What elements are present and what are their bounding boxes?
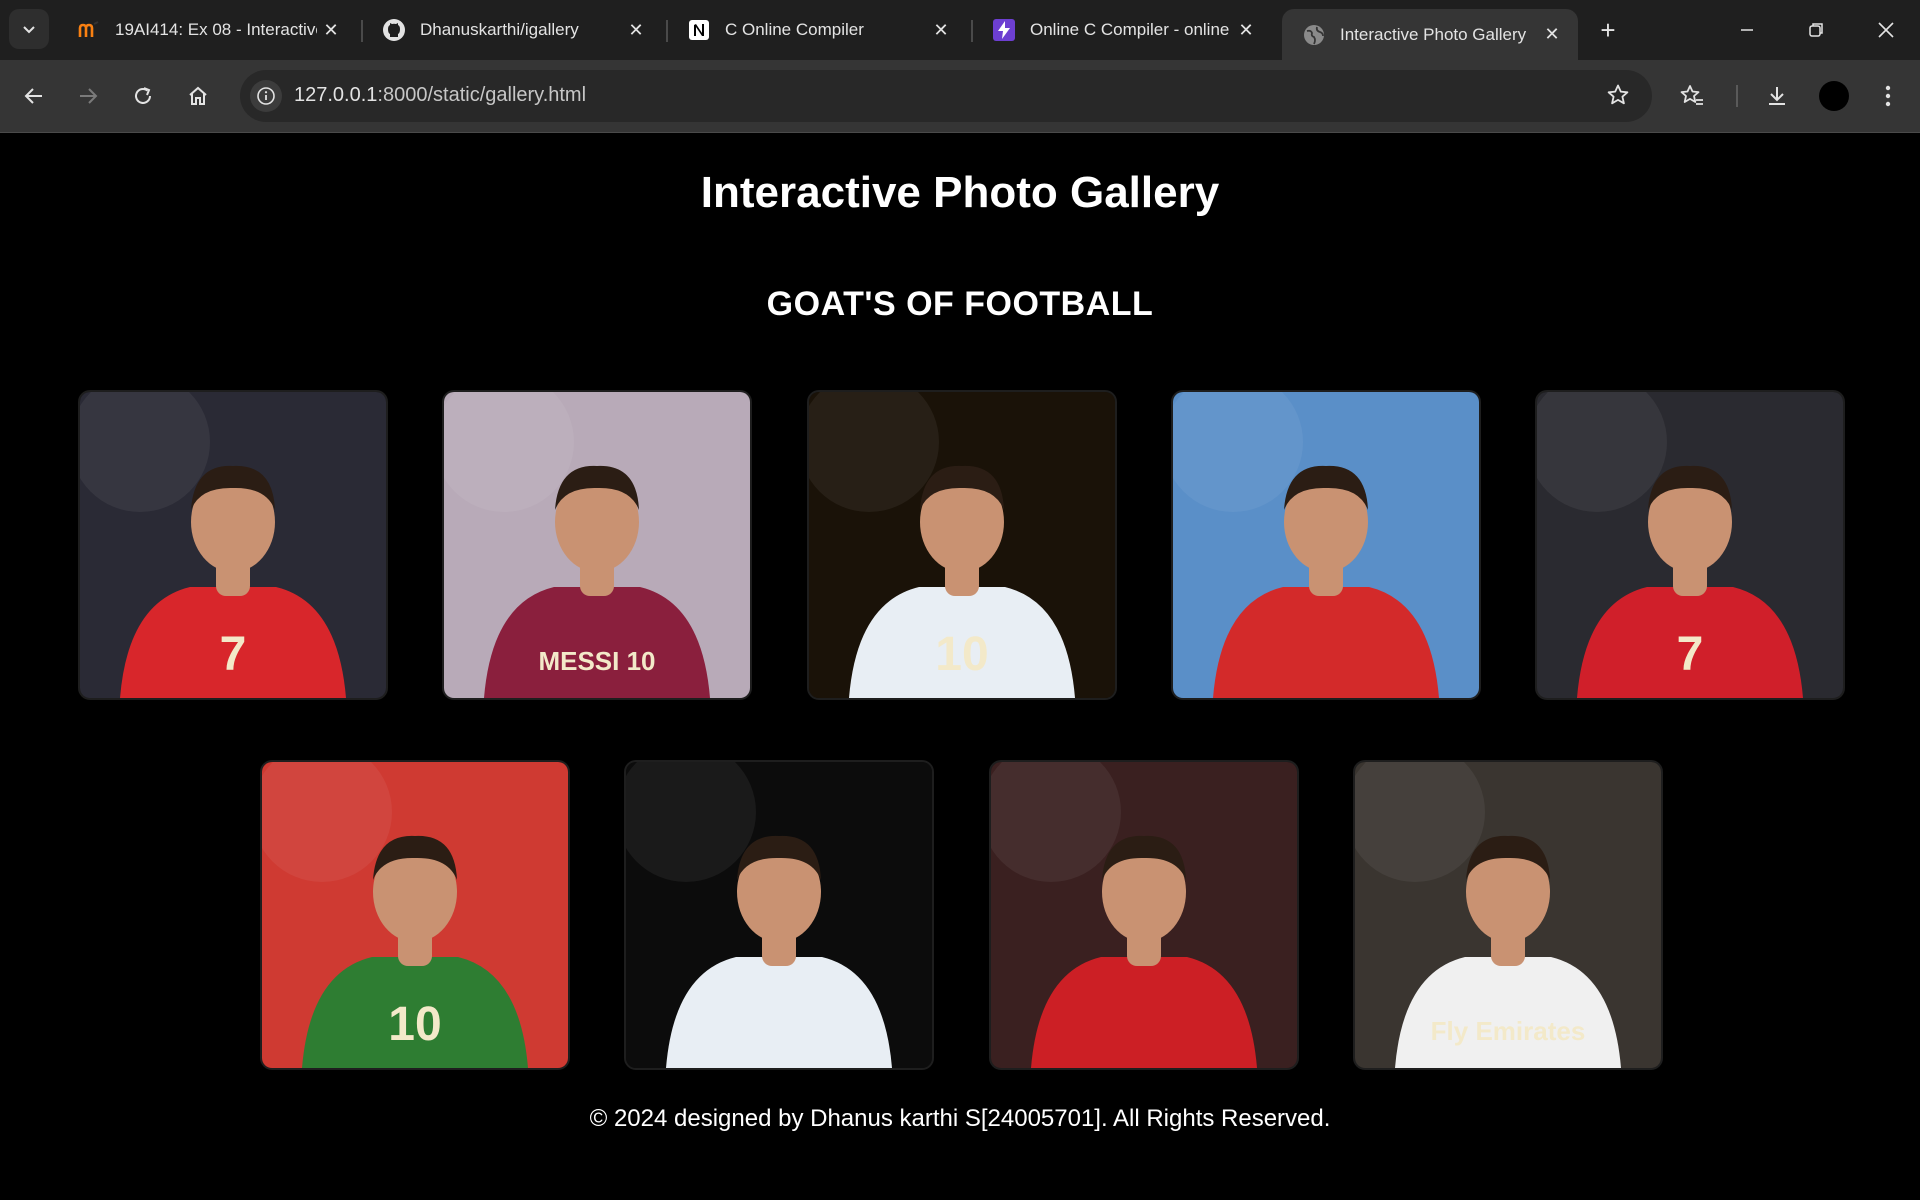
tab-title: C Online Compiler: [725, 20, 864, 39]
tab-github[interactable]: Dhanuskarthi/igallery ✕: [362, 8, 662, 52]
photo-image: 7: [1537, 392, 1843, 698]
browser-toolbar: 127.0.0.1:8000/static/gallery.html: [0, 60, 1920, 133]
jersey-text: 10: [388, 998, 441, 1051]
kebab-menu-icon: [1885, 85, 1891, 107]
minimize-button[interactable]: [1727, 12, 1767, 48]
home-icon: [189, 86, 207, 105]
section-title: GOAT'S OF FOOTBALL: [766, 285, 1154, 323]
star-icon: [1607, 84, 1629, 105]
photo-image: 7: [80, 392, 386, 698]
chevron-down-icon: [23, 26, 35, 34]
restore-button[interactable]: [1796, 12, 1836, 48]
photo-image: 10: [809, 392, 1115, 698]
forward-button[interactable]: [70, 78, 106, 114]
close-icon[interactable]: ✕: [622, 16, 650, 44]
address-bar[interactable]: 127.0.0.1:8000/static/gallery.html: [240, 70, 1652, 122]
bookmarks-button[interactable]: [1674, 78, 1710, 114]
site-info-button[interactable]: [250, 80, 282, 112]
github-icon: [382, 18, 406, 42]
close-icon[interactable]: ✕: [927, 16, 955, 44]
photo-card[interactable]: 10: [807, 390, 1117, 700]
tab-c-online-compiler[interactable]: C Online Compiler ✕: [667, 8, 967, 52]
jersey-text: Fly Emirates: [1431, 1016, 1586, 1046]
reload-button[interactable]: [125, 78, 161, 114]
arrow-right-icon: [80, 88, 98, 104]
close-window-button[interactable]: [1866, 12, 1906, 48]
minimize-icon: [1741, 29, 1753, 31]
page-title: Interactive Photo Gallery: [700, 168, 1220, 217]
bookmark-button[interactable]: [1606, 83, 1630, 112]
jersey-text: 7: [1677, 628, 1704, 681]
photo-card[interactable]: [624, 760, 934, 1070]
photo-image: [626, 762, 932, 1068]
photo-card[interactable]: 10: [260, 760, 570, 1070]
notion-icon: [687, 18, 711, 42]
close-icon[interactable]: ✕: [1538, 21, 1566, 49]
tab-title: Dhanuskarthi/igallery: [420, 20, 579, 39]
photo-card[interactable]: Fly Emirates: [1353, 760, 1663, 1070]
jersey-text: 7: [220, 628, 247, 681]
photo-card[interactable]: [1171, 390, 1481, 700]
bolt-icon: [992, 18, 1016, 42]
photo-image: [1173, 392, 1479, 698]
star-list-icon: [1680, 85, 1703, 105]
url-host: 127.0.0.1: [294, 84, 378, 106]
jersey-text: MESSI 10: [538, 646, 655, 676]
toolbar-divider: [1736, 85, 1738, 107]
url-path: :8000/static/gallery.html: [377, 84, 587, 106]
tab-strip: 19AI414: Ex 08 - Interactive ✕ Dhanuskar…: [0, 0, 1920, 60]
tab-title: Online C Compiler - online: [1030, 20, 1230, 39]
tab-online-c-compiler[interactable]: Online C Compiler - online ✕: [972, 8, 1272, 52]
close-icon[interactable]: ✕: [1232, 16, 1260, 44]
tab-title: 19AI414: Ex 08 - Interactive: [115, 20, 317, 39]
home-button[interactable]: [180, 78, 216, 114]
close-icon[interactable]: ✕: [317, 16, 345, 44]
page-content: Interactive Photo Gallery GOAT'S OF FOOT…: [0, 133, 1920, 1200]
arrow-left-icon: [24, 88, 42, 104]
url-text[interactable]: 127.0.0.1:8000/static/gallery.html: [294, 84, 586, 107]
footer-text: © 2024 designed by Dhanus karthi S[24005…: [589, 1105, 1331, 1132]
avatar[interactable]: [1819, 81, 1849, 111]
reload-icon: [135, 87, 151, 104]
photo-card[interactable]: [989, 760, 1299, 1070]
moodle-icon: [77, 18, 101, 42]
jersey-text: 10: [935, 628, 988, 681]
download-icon: [1769, 87, 1785, 105]
photo-image: [991, 762, 1297, 1068]
tab-moodle[interactable]: 19AI414: Ex 08 - Interactive ✕: [57, 8, 357, 52]
photo-image: MESSI 10: [444, 392, 750, 698]
info-icon: [257, 87, 275, 105]
tab-title: Interactive Photo Gallery: [1340, 24, 1527, 44]
new-tab-button[interactable]: +: [1592, 14, 1624, 46]
menu-button[interactable]: [1870, 78, 1906, 114]
photo-image: 10: [262, 762, 568, 1068]
back-button[interactable]: [16, 78, 52, 114]
photo-image: Fly Emirates: [1355, 762, 1661, 1068]
restore-icon: [1809, 23, 1823, 37]
photo-card[interactable]: 7: [1535, 390, 1845, 700]
downloads-button[interactable]: [1759, 78, 1795, 114]
close-icon: [1878, 22, 1894, 38]
photo-card[interactable]: MESSI 10: [442, 390, 752, 700]
globe-icon: [1302, 23, 1326, 47]
tab-interactive-photo-gallery[interactable]: Interactive Photo Gallery ✕: [1282, 9, 1578, 60]
tab-search-button[interactable]: [9, 9, 49, 49]
photo-card[interactable]: 7: [78, 390, 388, 700]
